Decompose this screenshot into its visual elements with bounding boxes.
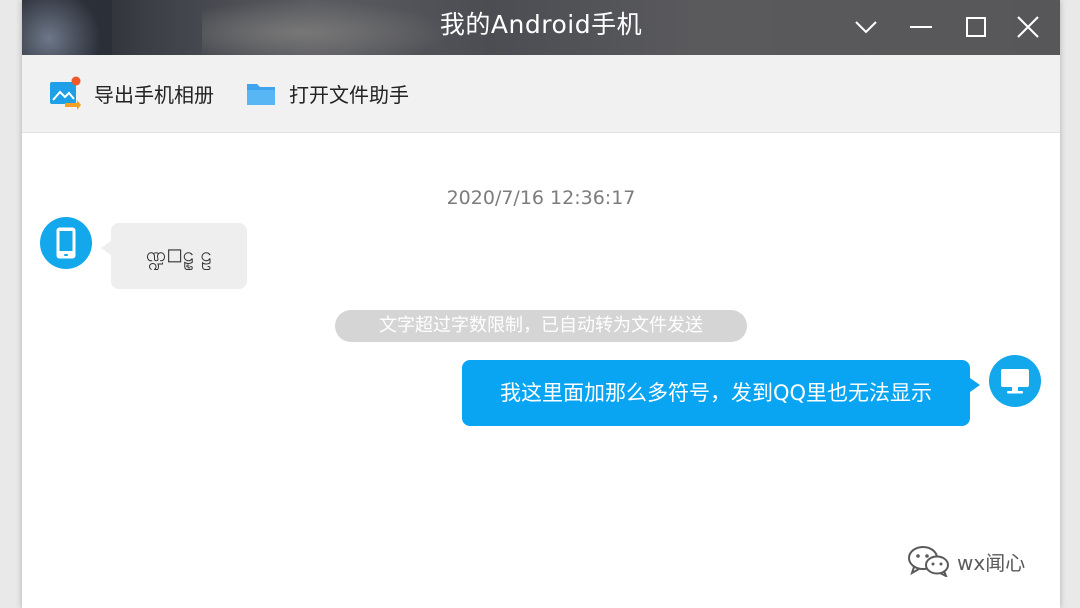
close-icon [1017, 16, 1039, 38]
minimize-icon [910, 26, 932, 28]
folder-icon [247, 84, 275, 105]
computer-avatar[interactable] [989, 355, 1041, 407]
watermark: wx闻心 [907, 545, 1025, 577]
chat-window: 我的Android手机 导出手机相册 打开文件助手 2020/7/16 12:3… [22, 0, 1060, 608]
open-file-assistant-label: 打开文件助手 [289, 82, 409, 107]
phone-avatar[interactable] [40, 217, 92, 269]
dropdown-button[interactable] [849, 10, 883, 44]
photo-export-icon [50, 76, 81, 110]
monitor-icon [1001, 369, 1029, 394]
chevron-down-icon [855, 21, 877, 34]
close-button[interactable] [1011, 10, 1045, 44]
outgoing-message-bubble[interactable]: 我这里面加那么多符号，发到QQ里也无法显示 [462, 360, 980, 426]
title-bar[interactable]: 我的Android手机 [22, 0, 1060, 55]
watermark-text: wx闻心 [957, 550, 1026, 575]
open-file-assistant-button[interactable]: 打开文件助手 [245, 75, 409, 111]
minimize-button[interactable] [904, 10, 938, 44]
maximize-icon [966, 17, 986, 37]
maximize-button[interactable] [959, 10, 993, 44]
wechat-icon [908, 546, 949, 577]
message-timestamp: 2020/7/16 12:36:17 [446, 187, 636, 209]
incoming-message-bubble[interactable]: ဏ္ဍ◻ဠဠ ဠ [101, 223, 247, 289]
phone-icon [56, 227, 76, 259]
export-photos-button[interactable]: 导出手机相册 [48, 75, 214, 111]
message-area[interactable]: 2020/7/16 12:36:17 ဏ္ဍ◻ဠဠ ဠ 文字超过字数限制，已自动… [22, 133, 1060, 608]
system-notice: 文字超过字数限制，已自动转为文件发送 [335, 310, 747, 342]
toolbar: 导出手机相册 打开文件助手 [22, 55, 1060, 133]
export-photos-label: 导出手机相册 [94, 82, 214, 107]
